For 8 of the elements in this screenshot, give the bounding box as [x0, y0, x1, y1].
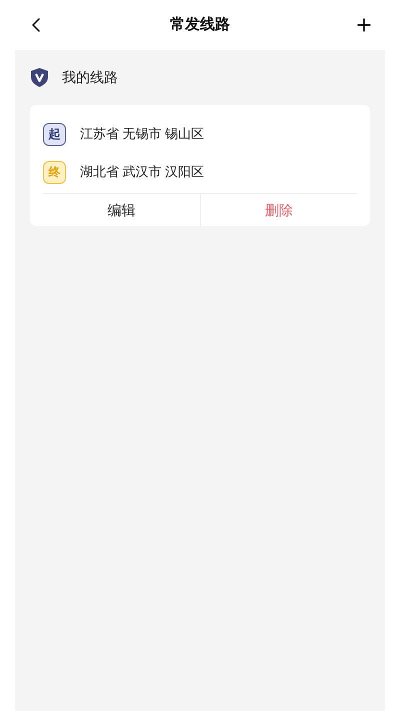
- stop-marker: 终: [43, 160, 66, 184]
- shield-icon: [31, 68, 48, 87]
- page-title: 常发线路: [170, 14, 230, 35]
- stop-marker: 起: [43, 122, 66, 146]
- stop-address: 湖北省 武汉市 汉阳区: [80, 163, 204, 182]
- stop-address: 江苏省 无锡市 锡山区: [80, 125, 204, 144]
- edit-button[interactable]: 编辑: [43, 194, 200, 226]
- section-title: 我的线路: [62, 68, 118, 87]
